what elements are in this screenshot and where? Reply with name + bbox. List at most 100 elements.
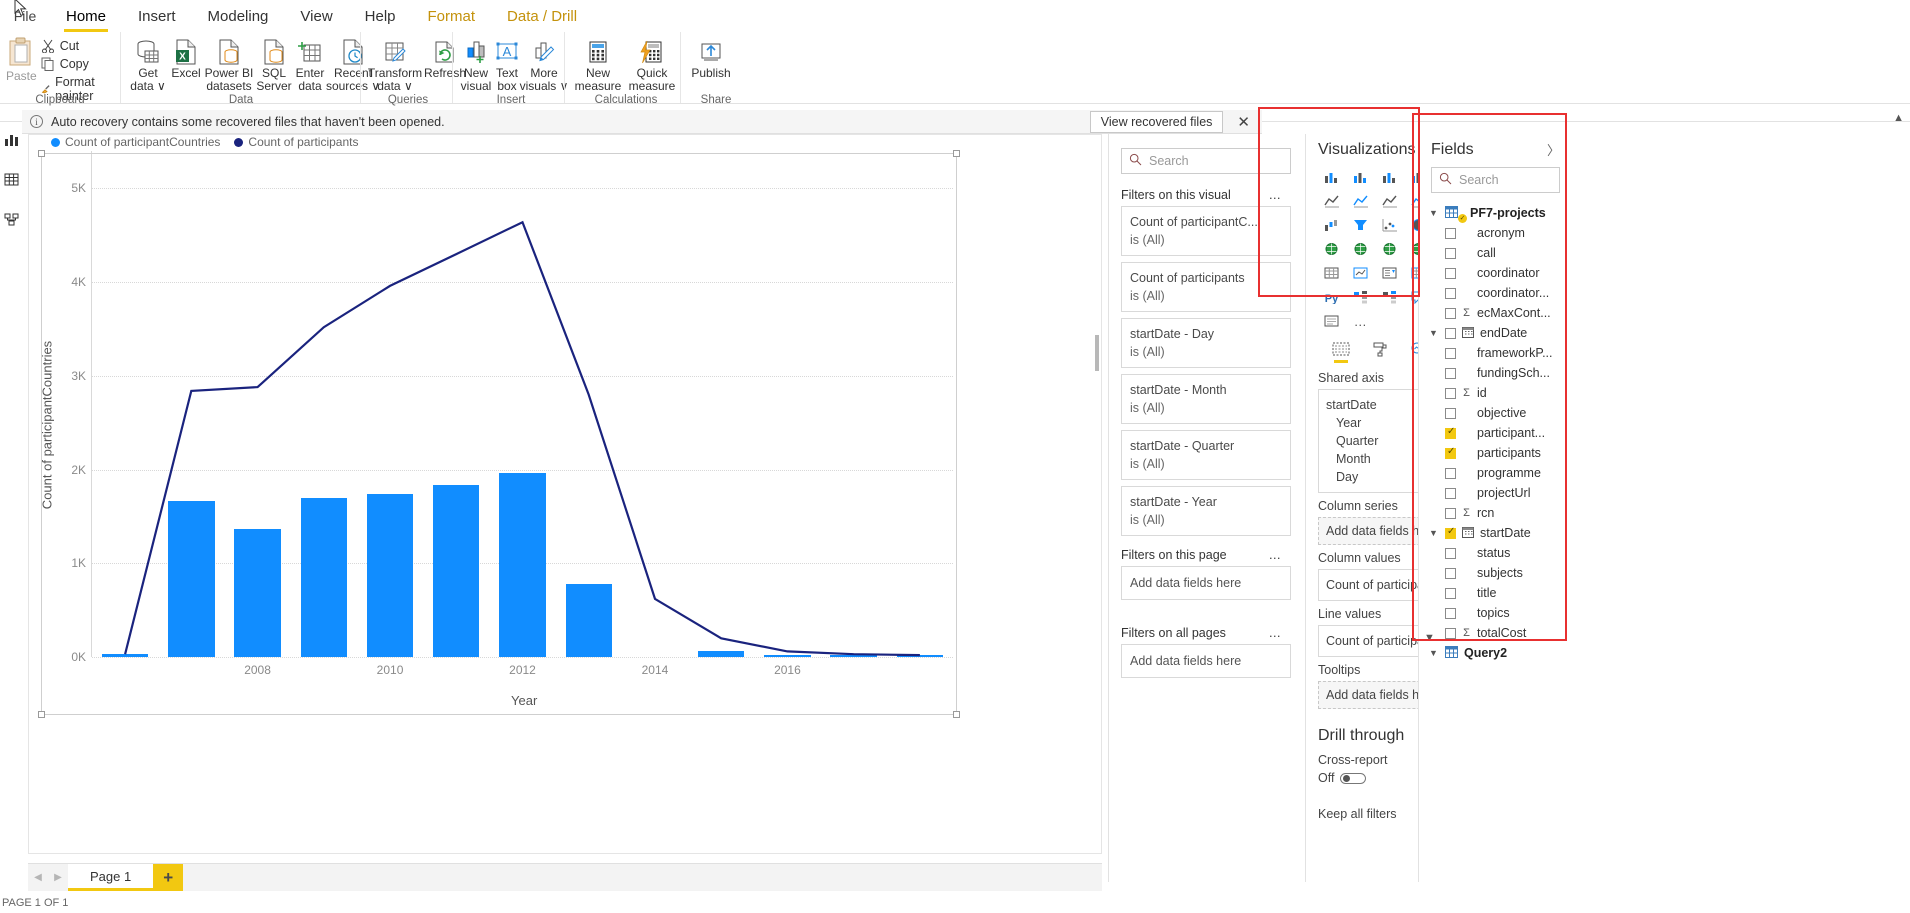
field-item-projecturl[interactable]: projectUrl — [1429, 483, 1564, 503]
field-item-rcn[interactable]: Σrcn — [1429, 503, 1564, 523]
page-tab-page-1[interactable]: Page 1 — [68, 864, 154, 891]
field-checkbox[interactable] — [1445, 247, 1456, 259]
field-checkbox[interactable] — [1445, 407, 1456, 419]
selected-visual-icon[interactable] — [1332, 339, 1350, 363]
field-item-participants[interactable]: participants — [1429, 443, 1564, 463]
filter-card[interactable]: startDate - Month is (All) — [1121, 374, 1291, 424]
decomposition-tree-icon[interactable] — [1376, 287, 1402, 307]
cut-button[interactable]: Cut — [37, 38, 114, 54]
ribbon-tab-insert[interactable]: Insert — [122, 2, 192, 32]
key-influencers-icon[interactable] — [1347, 287, 1373, 307]
field-item-coordinator[interactable]: coordinator... — [1429, 283, 1564, 303]
report-canvas[interactable]: Count of participantCountries Count of p… — [28, 134, 1102, 854]
new-visual-button[interactable]: New visual — [459, 34, 493, 93]
field-item-coordinator[interactable]: coordinator — [1429, 263, 1564, 283]
chevron-down-icon[interactable]: ▼ — [1429, 208, 1439, 218]
field-item-totalcost[interactable]: ΣtotalCost — [1429, 623, 1564, 643]
ribbon-tab-home[interactable]: Home — [50, 2, 122, 32]
model-view-icon[interactable] — [4, 212, 19, 230]
fields-table-query2[interactable]: ▼ Query2 — [1429, 643, 1564, 663]
field-item-fundingsch[interactable]: fundingSch... — [1429, 363, 1564, 383]
shape-map-icon[interactable] — [1376, 239, 1402, 259]
field-checkbox[interactable] — [1445, 387, 1456, 399]
field-checkbox[interactable] — [1445, 287, 1456, 299]
filter-card[interactable]: Count of participantC... is (All) — [1121, 206, 1291, 256]
format-paint-roller-icon[interactable] — [1372, 339, 1388, 359]
field-checkbox[interactable] — [1445, 507, 1456, 519]
filter-card[interactable]: startDate - Quarter is (All) — [1121, 430, 1291, 480]
report-view-icon[interactable] — [4, 132, 19, 150]
filter-card[interactable]: startDate - Year is (All) — [1121, 486, 1291, 536]
collapse-ribbon-chevron-icon[interactable]: ▲ — [1893, 112, 1904, 124]
scatter-chart-icon[interactable] — [1376, 215, 1402, 235]
ribbon-tab-modeling[interactable]: Modeling — [192, 2, 285, 32]
field-checkbox[interactable] — [1445, 587, 1456, 599]
field-checkbox[interactable] — [1445, 547, 1456, 559]
field-checkbox[interactable] — [1445, 487, 1456, 499]
text-box-button[interactable]: A Text box — [493, 34, 521, 93]
area-chart-icon[interactable] — [1347, 191, 1373, 211]
field-checkbox[interactable] — [1445, 227, 1456, 239]
stacked-area-chart-icon[interactable] — [1376, 191, 1402, 211]
line-and-clustered-column-chart[interactable]: Count of participantCountries Count of p… — [40, 135, 957, 715]
field-checkbox[interactable] — [1445, 267, 1456, 279]
filled-map-icon[interactable] — [1347, 239, 1373, 259]
kpi-icon[interactable] — [1347, 263, 1373, 283]
powerbi-datasets-button[interactable]: Power BI datasets — [203, 34, 255, 93]
field-item-title[interactable]: title — [1429, 583, 1564, 603]
publish-button[interactable]: Publish — [687, 34, 735, 80]
slicer-icon[interactable] — [1376, 263, 1402, 283]
field-item-enddate[interactable]: ▼ endDate — [1429, 323, 1564, 343]
more-visuals-ellipsis-icon[interactable]: … — [1347, 311, 1373, 331]
canvas-scrollbar-thumb[interactable] — [1095, 335, 1099, 371]
field-checkbox[interactable] — [1445, 627, 1456, 639]
field-item-frameworkp[interactable]: frameworkP... — [1429, 343, 1564, 363]
field-item-participant[interactable]: participant... — [1429, 423, 1564, 443]
field-checkbox[interactable] — [1445, 467, 1456, 479]
field-item-id[interactable]: Σid — [1429, 383, 1564, 403]
get-data-button[interactable]: Get data ∨ — [127, 34, 169, 93]
add-page-button[interactable]: + — [153, 864, 184, 891]
funnel-chart-icon[interactable] — [1347, 215, 1373, 235]
enter-data-button[interactable]: Enter data — [293, 34, 327, 93]
filters-page-dropzone[interactable]: Add data fields here — [1121, 566, 1291, 600]
chevron-down-icon[interactable]: ▼ — [1429, 528, 1439, 538]
more-visuals-button[interactable]: More visuals ∨ — [520, 34, 568, 93]
filters-all-pages-dropzone[interactable]: Add data fields here — [1121, 644, 1291, 678]
chevron-down-icon[interactable]: ▼ — [1429, 328, 1439, 338]
paste-button[interactable]: Paste — [6, 34, 37, 83]
field-checkbox[interactable] — [1445, 426, 1456, 439]
stacked-column-chart-icon[interactable] — [1376, 167, 1402, 187]
legend-item-participant-countries[interactable]: Count of participantCountries — [51, 135, 220, 149]
field-checkbox[interactable] — [1445, 607, 1456, 619]
field-item-objective[interactable]: objective — [1429, 403, 1564, 423]
map-icon[interactable] — [1318, 239, 1344, 259]
filter-card[interactable]: Count of participants is (All) — [1121, 262, 1291, 312]
quick-measure-button[interactable]: Quick measure — [625, 34, 679, 93]
field-checkbox[interactable] — [1445, 526, 1456, 539]
ribbon-tab-format[interactable]: Format — [412, 2, 492, 32]
fields-tree-expand-chevron-icon[interactable]: ▼ — [1424, 632, 1435, 644]
filter-card[interactable]: startDate - Day is (All) — [1121, 318, 1291, 368]
view-recovered-files-button[interactable]: View recovered files — [1089, 110, 1224, 133]
more-options-icon[interactable]: … — [1269, 548, 1282, 562]
field-checkbox[interactable] — [1445, 446, 1456, 459]
ribbon-tab-data-drill[interactable]: Data / Drill — [491, 2, 593, 32]
copy-button[interactable]: Copy — [37, 56, 114, 72]
field-item-topics[interactable]: topics — [1429, 603, 1564, 623]
get-more-visuals-icon[interactable] — [1318, 311, 1344, 331]
stacked-bar-chart-icon[interactable] — [1318, 167, 1344, 187]
multi-row-card-icon[interactable] — [1318, 263, 1344, 283]
legend-item-participants[interactable]: Count of participants — [234, 135, 358, 149]
chevron-down-icon[interactable]: ▼ — [1429, 648, 1439, 658]
close-icon[interactable]: ✕ — [1233, 113, 1254, 131]
python-visual-icon[interactable]: Py — [1318, 287, 1344, 307]
transform-data-button[interactable]: Transform data ∨ — [367, 34, 423, 93]
field-item-ecmaxcont[interactable]: ΣecMaxCont... — [1429, 303, 1564, 323]
clustered-bar-chart-icon[interactable] — [1347, 167, 1373, 187]
data-view-icon[interactable] — [4, 172, 19, 190]
chart-line-series[interactable] — [92, 151, 953, 657]
line-chart-icon[interactable] — [1318, 191, 1344, 211]
excel-button[interactable]: X Excel — [169, 34, 203, 80]
ribbon-tab-help[interactable]: Help — [349, 2, 412, 32]
